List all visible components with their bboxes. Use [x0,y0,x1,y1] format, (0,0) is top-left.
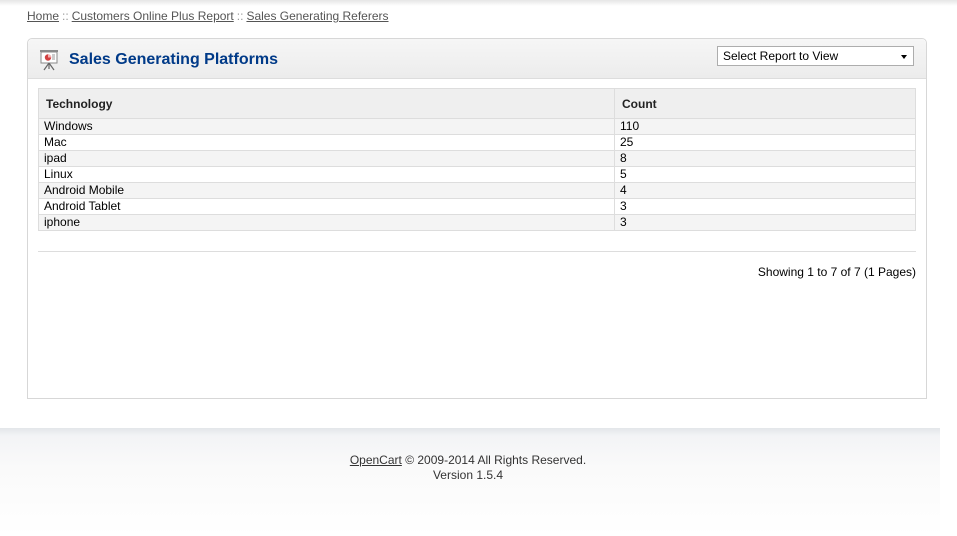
breadcrumb-report-link[interactable]: Customers Online Plus Report [72,9,234,23]
breadcrumb-home-link[interactable]: Home [27,9,59,23]
presentation-board-icon [39,49,59,71]
opencart-link[interactable]: OpenCart [350,453,402,467]
table-row: ipad 8 [38,150,916,167]
report-select-dropdown[interactable]: Select Report to View [717,46,914,66]
technology-cell: ipad [38,150,615,167]
breadcrumb-separator: :: [236,9,244,23]
pagination-results: Showing 1 to 7 of 7 (1 Pages) [757,265,916,279]
top-shadow [0,0,957,6]
table-row: Mac 25 [38,134,916,151]
technology-cell: Android Mobile [38,182,615,199]
table-row: Android Tablet 3 [38,198,916,215]
pagination-divider [38,251,916,252]
version-text: Version 1.5.4 [432,468,504,482]
breadcrumb-current-link[interactable]: Sales Generating Referers [246,9,388,23]
count-cell: 25 [614,134,916,151]
count-cell: 5 [614,166,916,183]
report-select-value: Select Report to View [723,49,839,63]
technology-cell: Mac [38,134,615,151]
count-cell: 110 [614,118,916,135]
table-header-row: Technology Count [38,88,916,119]
technology-cell: Android Tablet [38,198,615,215]
chevron-down-icon [901,55,907,59]
footer-copyright-line: OpenCart © 2009-2014 All Rights Reserved… [0,453,936,468]
copyright-text: © 2009-2014 All Rights Reserved. [405,453,587,467]
table-row: Linux 5 [38,166,916,183]
count-cell: 3 [614,214,916,231]
column-header-technology: Technology [38,88,615,119]
footer: OpenCart © 2009-2014 All Rights Reserved… [0,453,936,483]
technology-cell: iphone [38,214,615,231]
column-header-count: Count [614,88,916,119]
table-row: Windows 110 [38,118,916,135]
count-cell: 3 [614,198,916,215]
technology-cell: Windows [38,118,615,135]
panel-heading: Sales Generating Platforms Select Report… [28,39,926,79]
technology-cell: Linux [38,166,615,183]
count-cell: 8 [614,150,916,167]
report-panel: Sales Generating Platforms Select Report… [27,38,927,399]
breadcrumb: Home:: Customers Online Plus Report:: Sale… [27,9,389,23]
table-row: iphone 3 [38,214,916,231]
platforms-table: Technology Count Windows 110 Mac 25 ipad… [38,88,916,231]
breadcrumb-separator: :: [62,9,69,23]
table-row: Android Mobile 4 [38,182,916,199]
count-cell: 4 [614,182,916,199]
panel-title: Sales Generating Platforms [69,51,278,68]
